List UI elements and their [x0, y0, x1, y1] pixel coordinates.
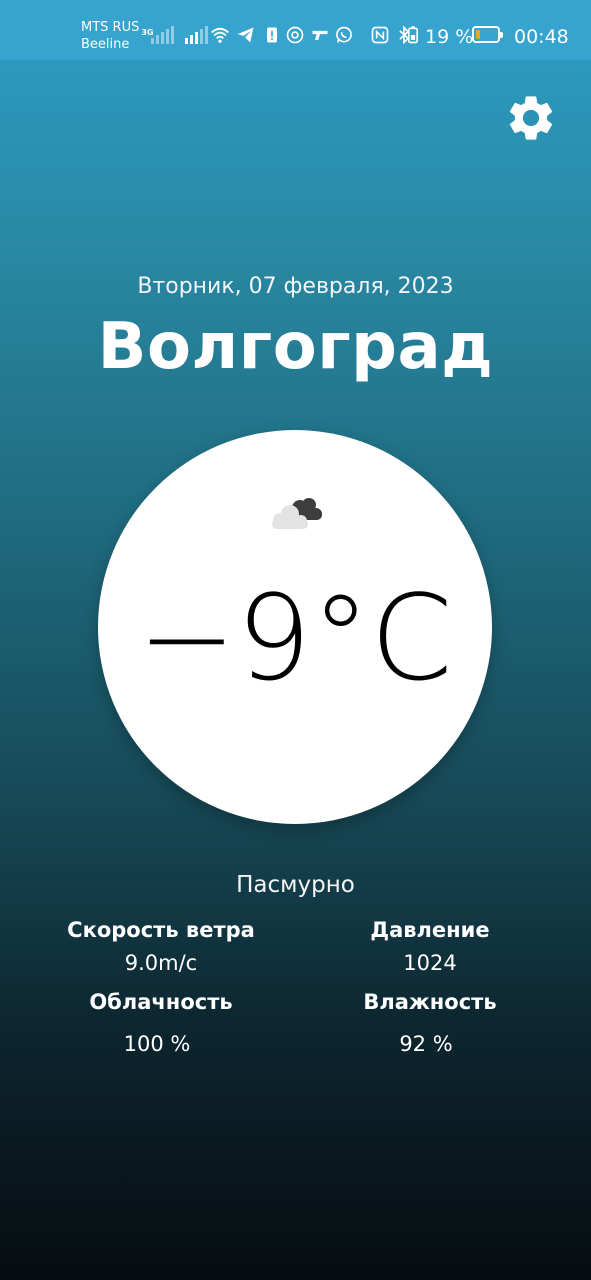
- wind-speed-value: 9.0m/c: [124, 951, 198, 975]
- wind-speed-label: Скорость ветра: [67, 918, 255, 942]
- pressure-label: Давление: [370, 918, 490, 942]
- carrier-primary: MTS RUS: [81, 20, 140, 35]
- date-label: Вторник, 07 февраля, 2023: [137, 274, 454, 299]
- carrier-secondary: Beeline: [81, 37, 130, 52]
- weather-condition: Пасмурно: [236, 872, 355, 898]
- signal-icon: [151, 26, 174, 44]
- temperature-value: −9°C: [137, 569, 453, 707]
- battery-fill: [476, 30, 480, 39]
- carrier-info: MTS RUS 3G Beeline: [81, 19, 153, 53]
- cloud-icon: [272, 498, 322, 529]
- battery-saver-icon: [408, 26, 418, 44]
- humidity-label: Влажность: [363, 990, 497, 1014]
- battery-icon: [472, 26, 503, 43]
- pressure-value: 1024: [403, 951, 457, 975]
- humidity-value: 92 %: [399, 1032, 453, 1056]
- status-bar: MTS RUS 3G Beeline 19 % 00:48: [0, 0, 591, 60]
- temperature-card: −9°C: [98, 430, 492, 824]
- gear-icon[interactable]: [504, 91, 558, 145]
- email-icon: [286, 26, 304, 44]
- notification-icon: [267, 27, 277, 43]
- wifi-icon: [211, 27, 229, 43]
- whatsapp-icon: [336, 26, 352, 43]
- gun-icon: [312, 30, 328, 40]
- cloudiness-value: 100 %: [123, 1032, 191, 1056]
- signal-icon: [185, 26, 208, 44]
- city-title: Волгоград: [97, 310, 494, 384]
- nfc-icon: [371, 26, 389, 44]
- cloudiness-label: Облачность: [89, 990, 233, 1014]
- clock: 00:48: [514, 26, 569, 48]
- battery-percent: 19 %: [425, 26, 474, 48]
- telegram-icon: [237, 27, 254, 43]
